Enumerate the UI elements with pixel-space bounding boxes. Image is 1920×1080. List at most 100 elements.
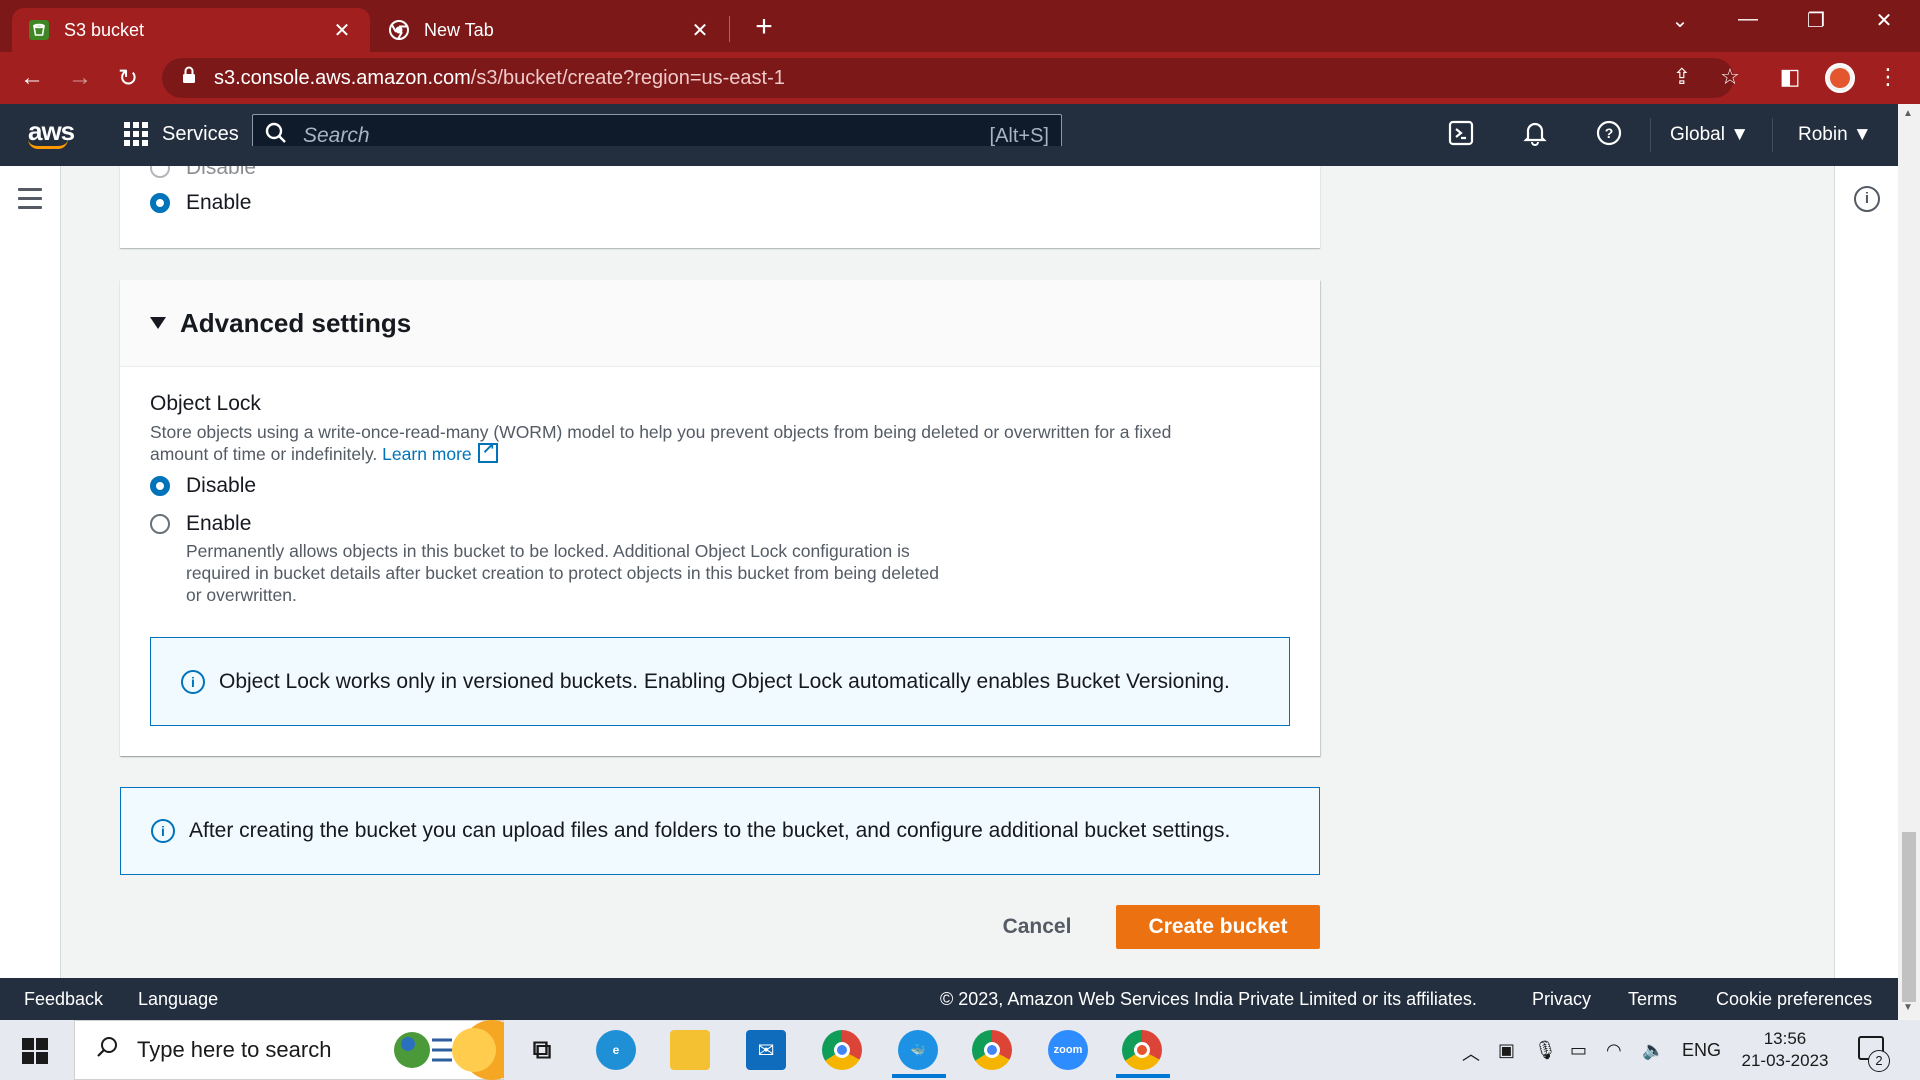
zoom-app-icon[interactable]: zoom <box>1048 1030 1088 1070</box>
cloudshell-icon[interactable] <box>1446 120 1476 150</box>
terms-link[interactable]: Terms <box>1628 989 1677 1010</box>
profile-avatar[interactable] <box>1825 63 1855 93</box>
bookmark-star-icon[interactable]: ☆ <box>1714 64 1746 90</box>
close-tab-icon[interactable]: ✕ <box>688 18 712 43</box>
aws-logo[interactable]: aws <box>28 116 75 149</box>
tab-s3-bucket[interactable]: S3 bucket ✕ <box>12 8 370 52</box>
scrollbar-thumb[interactable] <box>1902 832 1916 1002</box>
more-menu-icon[interactable]: ⋮ <box>1872 64 1904 90</box>
close-tab-icon[interactable]: ✕ <box>330 18 354 43</box>
tab-new-tab[interactable]: New Tab ✕ <box>372 8 728 52</box>
privacy-link[interactable]: Privacy <box>1532 989 1591 1010</box>
account-menu[interactable]: Robin ▼ <box>1798 124 1872 146</box>
cancel-button[interactable]: Cancel <box>990 905 1084 949</box>
alert-text: After creating the bucket you can upload… <box>189 819 1231 842</box>
mail-icon[interactable]: ✉ <box>746 1030 786 1070</box>
chrome-favicon-icon <box>388 19 410 41</box>
chrome-icon[interactable] <box>822 1030 862 1070</box>
system-clock[interactable]: 13:56 21-03-2023 <box>1740 1028 1830 1072</box>
nav-separator <box>1650 118 1651 152</box>
back-arrow-icon[interactable]: ← <box>16 64 48 92</box>
feedback-link[interactable]: Feedback <box>24 989 103 1010</box>
tab-divider <box>729 16 730 42</box>
nav-overlap-mask <box>120 146 1320 166</box>
external-link-icon <box>477 439 498 463</box>
input-language[interactable]: ENG <box>1682 1040 1721 1061</box>
radio-object-lock-enable[interactable]: Enable <box>150 512 251 536</box>
minimize-button[interactable]: — <box>1728 8 1768 31</box>
hamburger-menu-icon[interactable] <box>18 188 42 215</box>
bucket-next-steps-alert: i After creating the bucket you can uplo… <box>120 787 1320 875</box>
region-selector[interactable]: Global ▼ <box>1670 124 1749 146</box>
chrome-profile-icon[interactable] <box>972 1030 1012 1070</box>
clock-time: 13:56 <box>1763 1029 1807 1048</box>
language-link[interactable]: Language <box>138 989 218 1010</box>
aws-s3-favicon-icon <box>28 19 50 41</box>
info-icon: i <box>181 669 205 694</box>
tab-search-chevron-icon[interactable]: ⌄ <box>1660 8 1700 33</box>
volume-icon[interactable]: 🔈 <box>1642 1040 1664 1061</box>
svg-text:?: ? <box>1605 125 1614 141</box>
nav-separator <box>1772 118 1773 152</box>
restore-button[interactable]: ❐ <box>1796 8 1836 33</box>
section-title: Advanced settings <box>180 307 412 338</box>
object-lock-description: Store objects using a write-once-read-ma… <box>150 421 1290 465</box>
object-lock-label: Object Lock <box>150 392 261 415</box>
share-icon[interactable]: ⇪ <box>1666 64 1698 90</box>
radio-label: Enable <box>186 512 252 535</box>
clock-date: 21-03-2023 <box>1741 1051 1829 1070</box>
services-menu-button[interactable]: Services <box>124 122 239 146</box>
page-scrollbar[interactable]: ▲ ▼ <box>1898 104 1920 1018</box>
scroll-down-arrow-icon[interactable]: ▼ <box>1903 1002 1913 1013</box>
user-label: Robin <box>1798 124 1848 145</box>
help-icon[interactable]: ? <box>1594 120 1624 150</box>
microphone-icon[interactable]: 🎙 <box>1534 1040 1557 1061</box>
radio-button-selected[interactable] <box>150 193 170 213</box>
chrome-active-window-icon[interactable] <box>1122 1030 1162 1070</box>
wifi-icon[interactable]: ◠ <box>1606 1040 1622 1061</box>
windows-start-icon[interactable] <box>22 1038 48 1064</box>
meet-now-icon[interactable]: ▣ <box>1498 1040 1515 1061</box>
file-explorer-icon[interactable] <box>670 1030 710 1070</box>
radio-object-lock-disable[interactable]: Disable <box>150 474 256 498</box>
reload-icon[interactable]: ↻ <box>112 64 144 93</box>
info-panel-icon[interactable]: i <box>1854 186 1880 212</box>
lock-icon <box>182 66 202 90</box>
scroll-up-arrow-icon[interactable]: ▲ <box>1903 108 1913 119</box>
url-path: /s3/bucket/create?region=us-east-1 <box>470 66 785 89</box>
zoom-label: zoom <box>1053 1044 1083 1056</box>
desc-line-1: Store objects using a write-once-read-ma… <box>150 422 1172 442</box>
search-icon <box>95 1035 119 1065</box>
caret-down-icon <box>150 317 166 329</box>
close-window-button[interactable]: ✕ <box>1864 8 1904 33</box>
docker-active-indicator <box>892 1074 946 1078</box>
edge-browser-icon[interactable]: e <box>596 1030 636 1070</box>
search-placeholder: Type here to search <box>137 1037 332 1062</box>
desc-line-3: or overwritten. <box>186 585 297 605</box>
search-highlight-illustration-icon <box>392 1020 522 1080</box>
copyright-text: © 2023, Amazon Web Services India Privat… <box>940 989 1477 1009</box>
battery-icon[interactable]: ▭ <box>1570 1040 1587 1061</box>
side-panel-icon[interactable]: ◧ <box>1774 64 1806 90</box>
forward-arrow-icon[interactable]: → <box>64 64 96 92</box>
search-placeholder: Search <box>303 124 370 147</box>
create-bucket-button[interactable]: Create bucket <box>1116 905 1320 949</box>
radio-button-selected[interactable] <box>150 476 170 496</box>
show-hidden-icons-chevron-icon[interactable]: ︿ <box>1462 1040 1480 1066</box>
side-navigation-strip <box>0 166 61 978</box>
notifications-bell-icon[interactable] <box>1520 120 1550 150</box>
docker-icon[interactable]: 🐳 <box>898 1030 938 1070</box>
versioning-card: Disable Enable <box>120 156 1320 248</box>
learn-more-link[interactable]: Learn more <box>382 439 498 464</box>
cookie-preferences-link[interactable]: Cookie preferences <box>1716 989 1872 1010</box>
address-bar[interactable]: s3.console.aws.amazon.com/s3/bucket/crea… <box>162 58 1734 98</box>
new-tab-button[interactable]: + <box>748 10 780 44</box>
browser-toolbar: ← → ↻ s3.console.aws.amazon.com/s3/bucke… <box>0 52 1920 104</box>
task-view-icon[interactable]: ⧉ <box>522 1030 562 1070</box>
tab-title: S3 bucket <box>64 19 145 40</box>
notification-count-badge: 2 <box>1868 1050 1890 1072</box>
radio-button[interactable] <box>150 514 170 534</box>
radio-enable[interactable]: Enable <box>150 191 251 215</box>
advanced-settings-header[interactable]: Advanced settings <box>120 280 1320 367</box>
tools-panel-strip: i <box>1834 166 1898 978</box>
